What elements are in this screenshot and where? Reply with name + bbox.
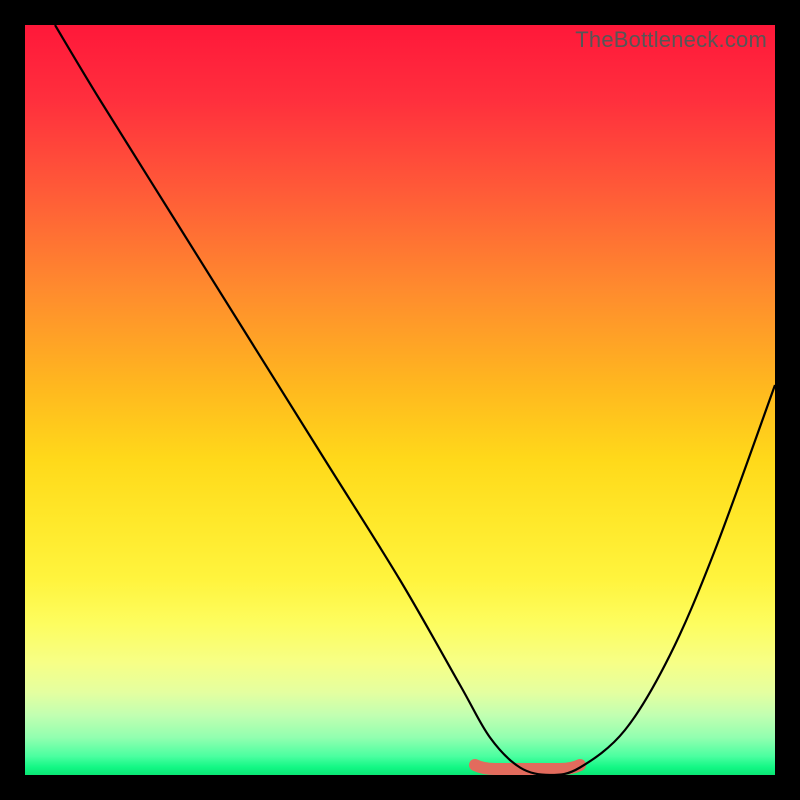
valley-highlight — [475, 765, 580, 769]
bottleneck-curve — [55, 25, 775, 775]
chart-svg — [25, 25, 775, 775]
chart-plot-area: TheBottleneck.com — [25, 25, 775, 775]
chart-stage: TheBottleneck.com — [0, 0, 800, 800]
